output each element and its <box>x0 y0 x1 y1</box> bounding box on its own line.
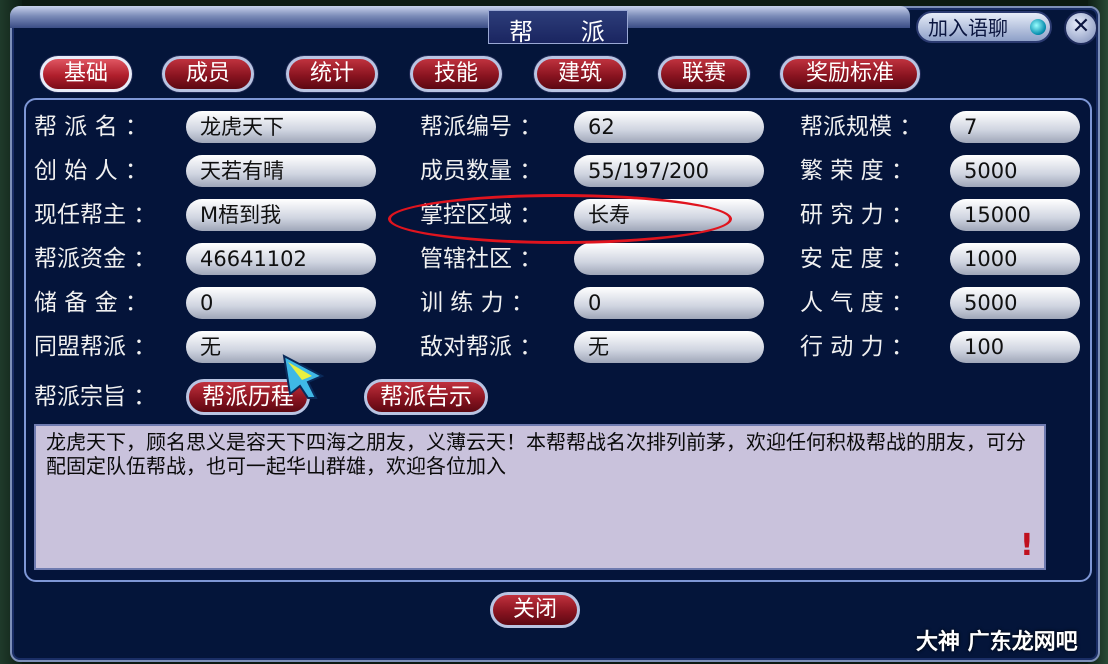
founder-label: 创 始 人 ： <box>34 158 148 184</box>
ally-label: 同盟帮派 ： <box>34 334 157 360</box>
guild-id-field: 62 <box>574 111 764 143</box>
tab-reward-standards[interactable]: 奖励标准 <box>780 56 920 92</box>
community-label: 管辖社区 ： <box>420 246 543 272</box>
stability-label: 安 定 度 ： <box>800 246 914 272</box>
member-count-field: 55/197/200 <box>574 155 764 187</box>
guild-name-label: 帮 派 名 ： <box>34 114 148 140</box>
member-count-label: 成员数量 ： <box>420 158 543 184</box>
close-button[interactable]: 关闭 <box>490 592 580 628</box>
prosperity-label: 繁 荣 度 ： <box>800 158 914 184</box>
action-field: 100 <box>950 331 1080 363</box>
funds-field: 46641102 <box>186 243 376 275</box>
tab-skills[interactable]: 技能 <box>410 56 502 92</box>
tab-buildings[interactable]: 建筑 <box>534 56 626 92</box>
join-voice-chat-button[interactable]: 加入语聊 <box>916 11 1052 43</box>
prosperity-field: 5000 <box>950 155 1080 187</box>
watermark-text: 大神 广东龙网吧 <box>916 630 1078 655</box>
popularity-label: 人 气 度 ： <box>800 290 914 316</box>
tab-league[interactable]: 联赛 <box>658 56 750 92</box>
funds-label: 帮派资金 ： <box>34 246 157 272</box>
research-field: 15000 <box>950 199 1080 231</box>
pointer-cursor-icon <box>282 354 325 399</box>
training-field: 0 <box>574 287 764 319</box>
tab-members[interactable]: 成员 <box>162 56 254 92</box>
community-field <box>574 243 764 275</box>
popularity-field: 5000 <box>950 287 1080 319</box>
leader-field: M梧到我 <box>186 199 376 231</box>
stability-field: 1000 <box>950 243 1080 275</box>
founder-field: 天若有晴 <box>186 155 376 187</box>
enemy-label: 敌对帮派 ： <box>420 334 543 360</box>
research-label: 研 究 力 ： <box>800 202 914 228</box>
ally-field: 无 <box>186 331 376 363</box>
reserve-label: 储 备 金 ： <box>34 290 148 316</box>
guild-id-label: 帮派编号 ： <box>420 114 543 140</box>
purpose-label: 帮派宗旨 ： <box>34 384 157 410</box>
alert-icon: ! <box>1020 528 1034 563</box>
voice-orb-icon <box>1030 19 1046 35</box>
scale-field: 7 <box>950 111 1080 143</box>
window-title: 帮 派 <box>509 18 625 46</box>
purpose-text: 龙虎天下，顾名思义是容天下四海之朋友，义薄云天！本帮帮战名次排列前茅，欢迎任何积… <box>34 424 1046 570</box>
tab-basic[interactable]: 基础 <box>40 56 132 92</box>
reserve-field: 0 <box>186 287 376 319</box>
scale-label: 帮派规模 ： <box>800 114 923 140</box>
title-bar[interactable] <box>10 6 910 28</box>
leader-label: 现任帮主 ： <box>34 202 157 228</box>
guild-notice-button[interactable]: 帮派告示 <box>364 379 488 415</box>
training-label: 训 练 力 ： <box>420 290 534 316</box>
highlight-circle <box>388 194 732 244</box>
join-voice-chat-label: 加入语聊 <box>928 16 1008 40</box>
enemy-field: 无 <box>574 331 764 363</box>
close-icon[interactable]: ✕ <box>1064 11 1098 45</box>
action-label: 行 动 力 ： <box>800 334 914 360</box>
tab-statistics[interactable]: 统计 <box>286 56 378 92</box>
guild-name-field: 龙虎天下 <box>186 111 376 143</box>
